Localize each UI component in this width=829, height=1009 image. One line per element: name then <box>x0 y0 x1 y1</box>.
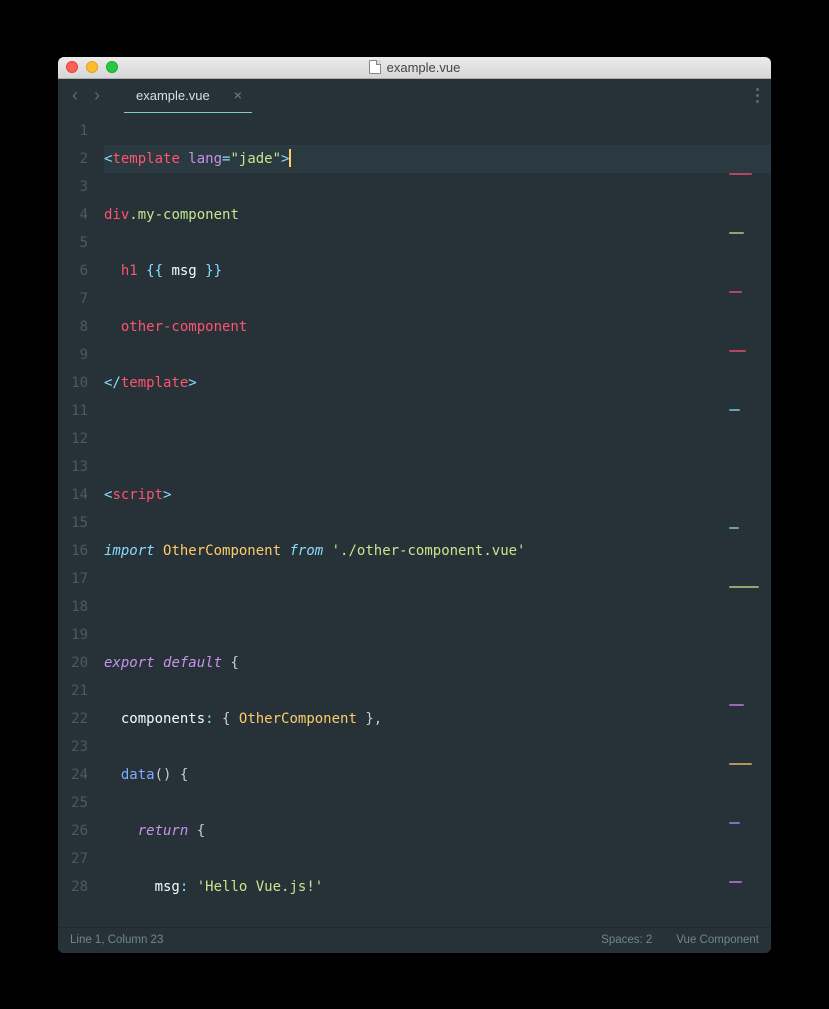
code-line: return { <box>104 817 771 845</box>
tab-close-icon[interactable]: × <box>234 87 242 103</box>
minimize-window-button[interactable] <box>86 61 98 73</box>
code-line: data() { <box>104 761 771 789</box>
window-controls <box>66 61 118 73</box>
code-line: import OtherComponent from './other-comp… <box>104 537 771 565</box>
code-line: div.my-component <box>104 201 771 229</box>
code-line: components: { OtherComponent }, <box>104 705 771 733</box>
file-icon <box>369 60 381 74</box>
window-title-text: example.vue <box>387 60 461 75</box>
editor-area[interactable]: 1234567891011121314151617181920212223242… <box>58 113 771 927</box>
syntax-mode[interactable]: Vue Component <box>676 934 759 946</box>
code-line: export default { <box>104 649 771 677</box>
code-content[interactable]: <template lang="jade"> div.my-component … <box>98 113 771 927</box>
tab-bar: ‹ › example.vue × <box>58 79 771 113</box>
close-window-button[interactable] <box>66 61 78 73</box>
tab-overflow-menu-icon[interactable] <box>756 88 759 103</box>
code-line: <script> <box>104 481 771 509</box>
titlebar: example.vue <box>58 57 771 79</box>
nav-back-button[interactable]: ‹ <box>66 85 84 106</box>
code-line: h1 {{ msg }} <box>104 257 771 285</box>
code-line <box>104 425 771 453</box>
code-line <box>104 593 771 621</box>
editor-window: example.vue ‹ › example.vue × 1234567891… <box>58 57 771 953</box>
code-line: </template> <box>104 369 771 397</box>
text-cursor <box>289 149 291 167</box>
code-line: msg: 'Hello Vue.js!' <box>104 873 771 901</box>
tab-label: example.vue <box>136 88 210 103</box>
cursor-position[interactable]: Line 1, Column 23 <box>70 934 163 946</box>
tab-example-vue[interactable]: example.vue × <box>124 79 252 113</box>
status-bar: Line 1, Column 23 Spaces: 2 Vue Componen… <box>58 927 771 953</box>
line-number-gutter: 1234567891011121314151617181920212223242… <box>58 113 98 927</box>
indent-setting[interactable]: Spaces: 2 <box>601 934 652 946</box>
code-line: <template lang="jade"> <box>104 145 771 173</box>
nav-forward-button[interactable]: › <box>88 85 106 106</box>
code-line: other-component <box>104 313 771 341</box>
zoom-window-button[interactable] <box>106 61 118 73</box>
window-title: example.vue <box>58 60 771 75</box>
